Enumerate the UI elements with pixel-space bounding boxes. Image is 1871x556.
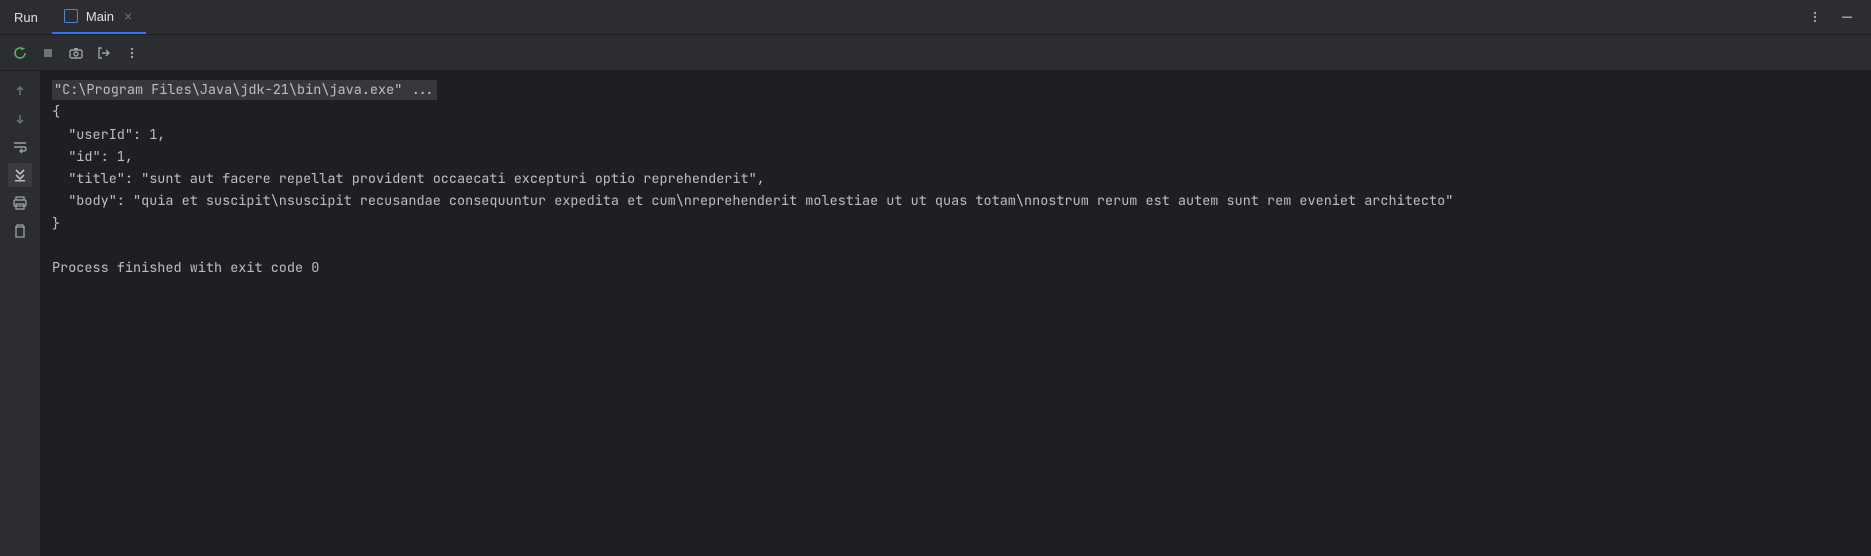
tab-label: Main	[86, 9, 114, 24]
console-output[interactable]: "C:\Program Files\Java\jdk-21\bin\java.e…	[40, 71, 1871, 556]
kebab-menu-button[interactable]	[120, 41, 144, 65]
screenshot-button[interactable]	[64, 41, 88, 65]
output-line: "body": "quia et suscipit\nsuscipit recu…	[52, 192, 1453, 210]
rerun-button[interactable]	[8, 41, 32, 65]
tab-main[interactable]: Main ×	[52, 0, 146, 34]
output-line: }	[52, 215, 60, 233]
output-line: {	[52, 103, 60, 121]
more-options-button[interactable]	[1803, 5, 1827, 29]
soft-wrap-button[interactable]	[8, 135, 32, 159]
panel-title: Run	[0, 0, 52, 34]
console-body: "C:\Program Files\Java\jdk-21\bin\java.e…	[0, 71, 1871, 556]
command-line: "C:\Program Files\Java\jdk-21\bin\java.e…	[52, 80, 437, 100]
output-line: "id": 1,	[52, 148, 133, 166]
stop-button[interactable]	[36, 41, 60, 65]
close-tab-icon[interactable]: ×	[122, 8, 134, 24]
run-config-icon	[64, 9, 78, 23]
clear-button[interactable]	[8, 219, 32, 243]
exit-button[interactable]	[92, 41, 116, 65]
output-line: "userId": 1,	[52, 126, 165, 144]
console-toolbar	[0, 35, 1871, 71]
run-panel: Run Main ×	[0, 0, 1871, 556]
scroll-to-end-button[interactable]	[8, 163, 32, 187]
header-actions	[1803, 5, 1871, 29]
minimize-button[interactable]	[1835, 5, 1859, 29]
up-arrow-button[interactable]	[8, 79, 32, 103]
print-button[interactable]	[8, 191, 32, 215]
output-line: "title": "sunt aut facere repellat provi…	[52, 170, 765, 188]
console-gutter	[0, 71, 40, 556]
down-arrow-button[interactable]	[8, 107, 32, 131]
exit-line: Process finished with exit code 0	[52, 259, 319, 277]
panel-header: Run Main ×	[0, 0, 1871, 35]
